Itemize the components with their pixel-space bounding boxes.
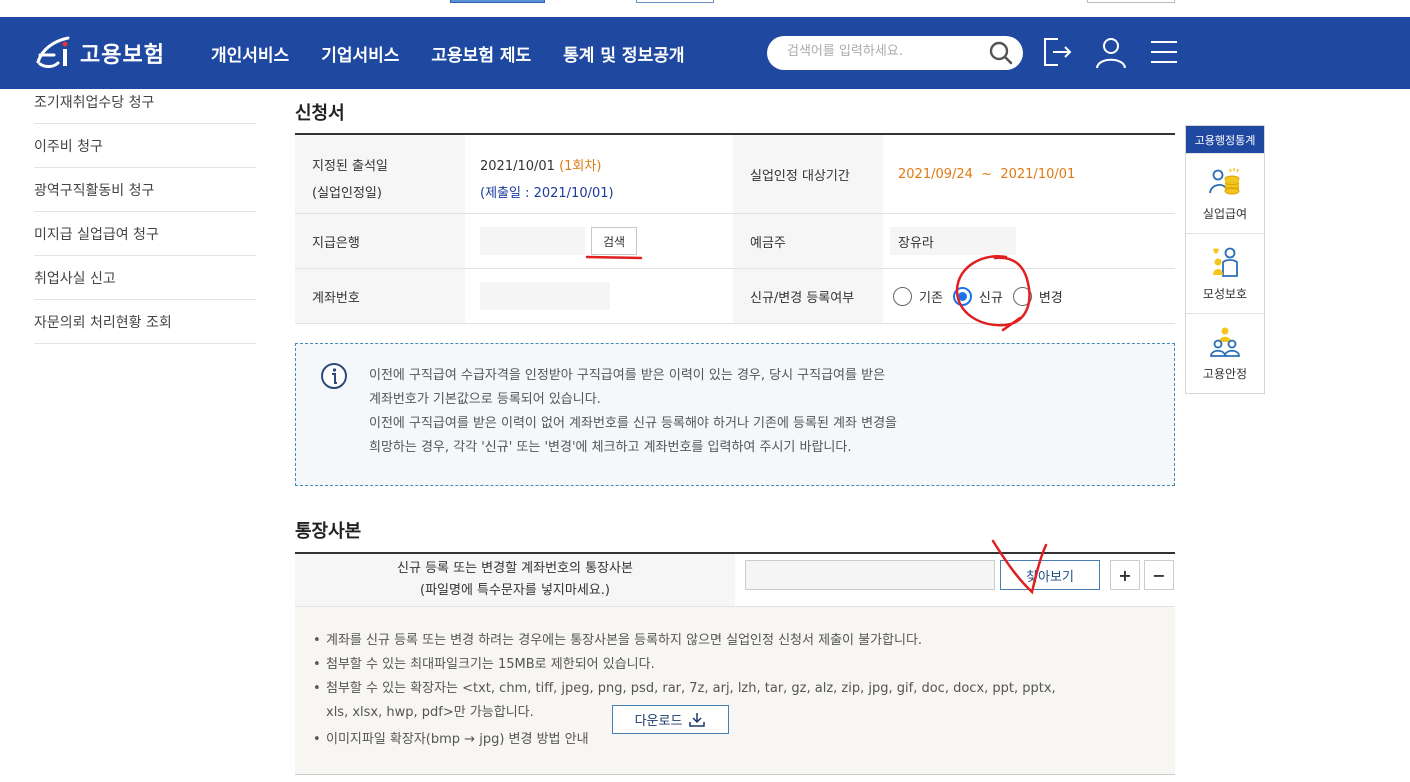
quick-stats-menu: 고용행정통계 실업급여 모성보호 고용안정	[1185, 125, 1265, 394]
info-notice: 이전에 구직급여 수급자격을 인정받아 구직급여를 받은 이력이 있는 경우, …	[295, 343, 1175, 486]
logo-text: 고용보험	[80, 43, 165, 68]
attachment-input-cell: 찾아보기 + −	[735, 554, 1175, 606]
quick-item-unemployment-label: 실업급여	[1202, 207, 1248, 221]
sidebar-item-unpaid-benefits[interactable]: 미지급 실업급여 청구	[34, 212, 256, 256]
info-icon	[321, 363, 347, 389]
quick-item-maternity[interactable]: 모성보호	[1186, 233, 1264, 313]
add-file-button[interactable]: +	[1110, 560, 1140, 590]
attendance-date: 2021/10/01	[480, 159, 555, 174]
top-strip-button-2[interactable]	[636, 0, 714, 3]
radio-existing-label: 기존	[919, 290, 943, 306]
form-row-account: 계좌번호 신규/변경 등록여부 기존 신규 변경	[295, 269, 1175, 324]
search-icon[interactable]	[989, 41, 1013, 65]
attachment-title: 통장사본	[295, 521, 362, 542]
form-row-bank: 지급은행 검색 예금주 장유라	[295, 214, 1175, 269]
form-row-attendance: 지정된 출석일 (실업인정일) 2021/10/01 (1회차) (제출일 : …	[295, 135, 1175, 214]
depositor-label: 예금주	[733, 214, 883, 268]
attendance-value: 2021/10/01 (1회차) (제출일 : 2021/10/01)	[465, 135, 733, 213]
notice-line-3: 이전에 구직급여를 받은 이력이 없어 계좌번호를 신규 등록해야 하거나 기존…	[369, 416, 897, 431]
radio-change-label: 변경	[1038, 290, 1063, 306]
ei-logo-icon	[36, 36, 70, 68]
attendance-label: 지정된 출석일 (실업인정일)	[295, 135, 465, 213]
top-strip	[0, 0, 1410, 17]
quick-menu-title[interactable]: 고용행정통계	[1186, 126, 1264, 153]
notice-line-4: 희망하는 경우, 각각 '신규' 또는 '변경'에 체크하고 계좌번호를 입력하…	[369, 440, 852, 455]
attachment-row: 신규 등록 또는 변경할 계좌번호의 통장사본 (파일명에 특수문자를 넣지마세…	[295, 554, 1175, 607]
download-icon	[689, 712, 706, 727]
people-group-icon	[1210, 327, 1240, 357]
sidebar-item-job-search-cost[interactable]: 광역구직활동비 청구	[34, 168, 256, 212]
main-nav: 개인서비스 기업서비스 고용보험 제도 통계 및 정보공개	[211, 41, 717, 66]
period-value: 2021/09/24 ~ 2021/10/01	[898, 166, 1076, 182]
submit-date: (제출일 : 2021/10/01)	[480, 186, 614, 201]
bank-search-button[interactable]: 검색	[591, 227, 637, 255]
download-button[interactable]: 다운로드	[612, 705, 729, 734]
register-options: 기존 신규 변경	[883, 269, 1175, 323]
attendance-label-line1: 지정된 출석일	[312, 159, 388, 174]
depositor-value: 장유라	[898, 235, 934, 251]
sidebar-item-employment-report[interactable]: 취업사실 신고	[34, 256, 256, 300]
search-input[interactable]	[787, 44, 977, 59]
site-header: 고용보험 개인서비스 기업서비스 고용보험 제도 통계 및 정보공개	[0, 17, 1410, 89]
depositor-cell: 장유라	[883, 214, 1175, 268]
account-label: 계좌번호	[295, 269, 465, 323]
logout-icon[interactable]	[1040, 35, 1074, 69]
browse-button[interactable]: 찾아보기	[1000, 560, 1100, 590]
bank-value: 검색	[465, 214, 733, 268]
attachment-label-line1: 신규 등록 또는 변경할 계좌번호의 통장사본	[397, 561, 633, 576]
radio-existing[interactable]: 기존	[893, 286, 943, 306]
nav-business-service[interactable]: 기업서비스	[321, 41, 399, 66]
register-label: 신규/변경 등록여부	[733, 269, 883, 323]
guide-item-3: 첨부할 수 있는 확장자는 <txt, chm, tiff, jpeg, png…	[313, 677, 1056, 701]
file-path-input[interactable]	[745, 560, 995, 590]
quick-item-employment-stability[interactable]: 고용안정	[1186, 313, 1264, 393]
radio-change-circle[interactable]	[1012, 286, 1032, 306]
attachment-label: 신규 등록 또는 변경할 계좌번호의 통장사본 (파일명에 특수문자를 넣지마세…	[295, 554, 735, 606]
site-logo[interactable]: 고용보험	[34, 35, 165, 71]
period-label: 실업인정 대상기간	[733, 135, 883, 213]
bank-label: 지급은행	[295, 214, 465, 268]
quick-item-maternity-label: 모성보호	[1202, 287, 1248, 301]
quick-item-stability-label: 고용안정	[1202, 367, 1248, 381]
radio-new-label: 신규	[978, 290, 1003, 306]
depositor-field: 장유라	[890, 227, 1016, 255]
account-number-field[interactable]	[480, 282, 610, 310]
attendance-label-line2: (실업인정일)	[312, 186, 382, 201]
guide-item-2: 첨부할 수 있는 최대파일크기는 15MB로 제한되어 있습니다.	[313, 653, 1056, 677]
left-sidebar: 조기재취업수당 청구 이주비 청구 광역구직활동비 청구 미지급 실업급여 청구…	[34, 89, 256, 344]
notice-line-2: 계좌번호가 기본값으로 등록되어 있습니다.	[369, 392, 601, 407]
top-strip-button-3[interactable]	[1087, 0, 1175, 3]
sidebar-item-relocation-cost[interactable]: 이주비 청구	[34, 124, 256, 168]
user-icon[interactable]	[1094, 35, 1128, 69]
remove-file-button[interactable]: −	[1144, 560, 1174, 590]
radio-new[interactable]: 신규	[952, 286, 1003, 306]
account-value	[465, 269, 733, 323]
nav-statistics[interactable]: 통계 및 정보공개	[563, 41, 684, 66]
nav-insurance-system[interactable]: 고용보험 제도	[431, 41, 531, 66]
quick-item-unemployment-benefit[interactable]: 실업급여	[1186, 153, 1264, 233]
sidebar-item-advice-status[interactable]: 자문의뢰 처리현황 조회	[34, 300, 256, 344]
mother-child-icon	[1213, 247, 1238, 277]
sidebar-item-early-reemployment[interactable]: 조기재취업수당 청구	[34, 89, 256, 124]
hamburger-menu-icon[interactable]	[1148, 35, 1182, 69]
attachment-label-line2: (파일명에 특수문자를 넣지마세요.)	[420, 583, 610, 598]
bank-field[interactable]	[480, 227, 585, 255]
application-title: 신청서	[295, 103, 345, 124]
search-box	[767, 36, 1023, 70]
notice-line-1: 이전에 구직급여 수급자격을 인정받아 구직급여를 받은 이력이 있는 경우, …	[369, 368, 886, 383]
attachment-guide: 계좌를 신규 등록 또는 변경 하려는 경우에는 통장사본을 등록하지 않으면 …	[295, 607, 1175, 775]
top-strip-button-1[interactable]	[450, 0, 545, 3]
guide-item-1: 계좌를 신규 등록 또는 변경 하려는 경우에는 통장사본을 등록하지 않으면 …	[313, 629, 1056, 653]
download-button-label: 다운로드	[634, 714, 683, 729]
application-form: 지정된 출석일 (실업인정일) 2021/10/01 (1회차) (제출일 : …	[295, 133, 1175, 324]
attendance-round: (1회차)	[559, 159, 602, 174]
nav-personal-service[interactable]: 개인서비스	[211, 41, 289, 66]
radio-new-circle[interactable]	[952, 286, 972, 306]
coins-person-icon	[1209, 168, 1240, 195]
radio-existing-circle[interactable]	[893, 286, 912, 306]
attachment-table: 신규 등록 또는 변경할 계좌번호의 통장사본 (파일명에 특수문자를 넣지마세…	[295, 552, 1175, 607]
radio-change[interactable]: 변경	[1012, 286, 1063, 306]
